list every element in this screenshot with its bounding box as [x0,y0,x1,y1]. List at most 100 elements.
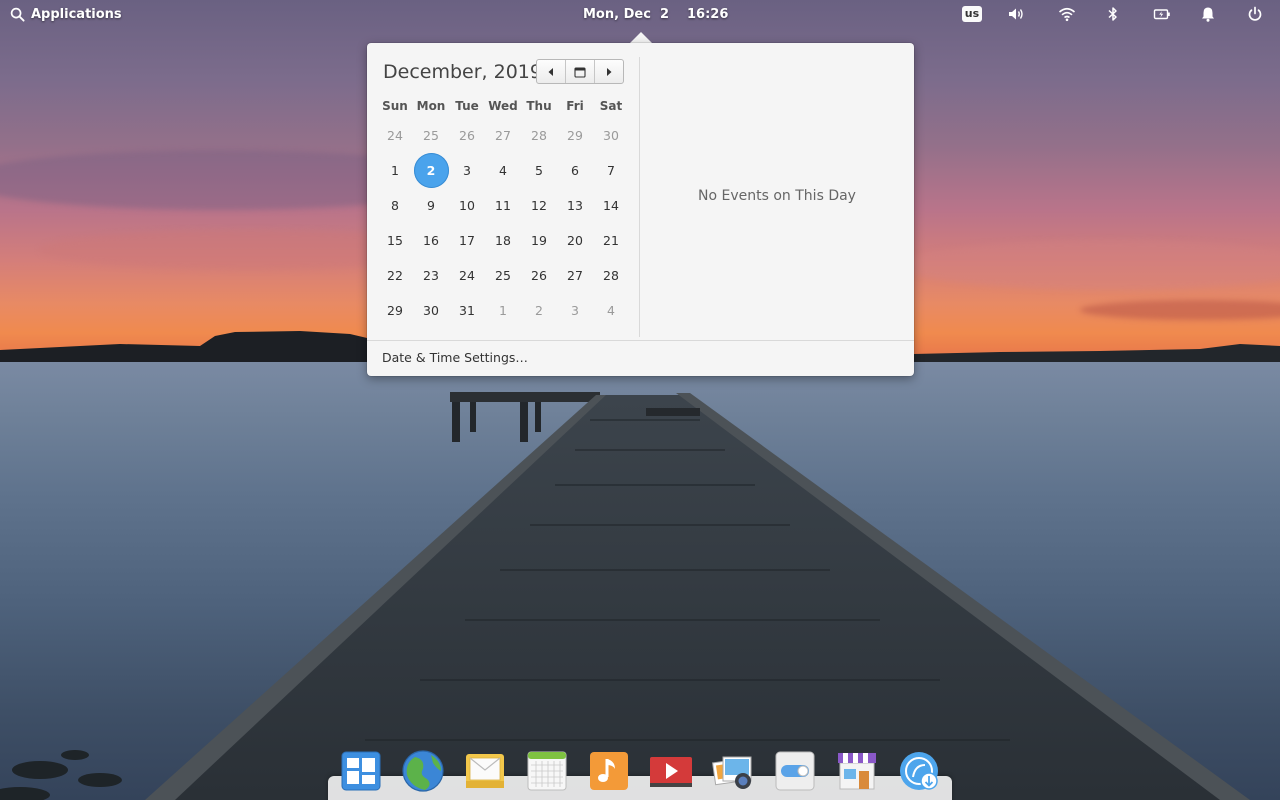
weekday-label: Tue [455,99,479,113]
popover-arrow [630,32,652,43]
calendar-day[interactable]: 12 [521,188,557,223]
calendar-day[interactable]: 23 [413,258,449,293]
calendar-day[interactable]: 7 [593,153,629,188]
calendar-day[interactable]: 18 [485,223,521,258]
calendar-day[interactable]: 25 [485,258,521,293]
calendar-header: December, 2019 [383,59,624,85]
calendar-day[interactable]: 3 [557,293,593,328]
calendar-day[interactable]: 2 [521,293,557,328]
selected-day-number: 2 [413,153,449,188]
calendar-day[interactable]: 28 [593,258,629,293]
time-label: 16:26 [687,6,729,22]
calendar-day[interactable]: 20 [557,223,593,258]
no-events-message: No Events on This Day [698,188,856,204]
calendar-day[interactable]: 31 [449,293,485,328]
date-label: Mon, Dec 2 [583,6,669,22]
dock-item-multitasking[interactable] [339,749,383,793]
month-title: December, 2019 [383,61,542,83]
weekday-label: Thu [526,99,552,113]
weekday-label: Sat [599,99,623,113]
calendar-day[interactable]: 8 [377,188,413,223]
battery-icon [1153,9,1170,20]
calendar-day[interactable]: 15 [377,223,413,258]
calendar-day[interactable]: 10 [449,188,485,223]
web-browser-icon [402,750,444,792]
calendar-day[interactable]: 27 [557,258,593,293]
calendar-day[interactable]: 26 [449,118,485,153]
keyboard-layout-badge: us [961,6,983,22]
calendar-day[interactable]: 6 [557,153,593,188]
search-icon [10,7,25,22]
calendar-day[interactable]: 28 [521,118,557,153]
calendar-week: 24 25 26 27 28 29 30 [377,118,629,153]
dock-item-app-center[interactable] [835,749,879,793]
bluetooth-indicator[interactable] [1101,4,1125,24]
calendar-day[interactable]: 17 [449,223,485,258]
calendar-app-icon [527,751,567,791]
calendar-day[interactable]: 1 [377,153,413,188]
month-navigation [536,59,624,84]
calendar-day[interactable]: 27 [485,118,521,153]
music-icon [590,752,628,790]
calendar-week: 1 2 3 4 5 6 7 [377,153,629,188]
calendar-day[interactable]: 13 [557,188,593,223]
calendar-day[interactable]: 9 [413,188,449,223]
network-indicator[interactable] [1055,4,1079,24]
photos-icon [712,756,752,789]
calendar-day[interactable]: 29 [557,118,593,153]
weekday-label: Sun [382,99,408,113]
previous-month-button[interactable] [537,60,565,83]
calendar-day[interactable]: 30 [593,118,629,153]
calendar-day[interactable]: 26 [521,258,557,293]
dock-item-mail[interactable] [463,749,507,793]
session-indicator[interactable] [1243,4,1267,24]
calendar-day[interactable]: 21 [593,223,629,258]
calendar-day[interactable]: 25 [413,118,449,153]
calendar-day[interactable]: 11 [485,188,521,223]
calendar-day[interactable]: 19 [521,223,557,258]
calendar-day[interactable]: 4 [485,153,521,188]
next-month-button[interactable] [594,60,623,83]
calendar-day[interactable]: 5 [521,153,557,188]
date-time-settings-link[interactable]: Date & Time Settings… [382,350,528,365]
calendar-day[interactable]: 1 [485,293,521,328]
system-settings-icon [775,751,815,791]
calendar-day[interactable]: 24 [449,258,485,293]
dock-item-installer[interactable] [897,749,941,793]
sound-indicator[interactable] [1004,4,1028,24]
dock-item-music[interactable] [587,749,631,793]
calendar-day[interactable]: 24 [377,118,413,153]
calendar-day[interactable]: 22 [377,258,413,293]
chevron-left-icon [548,67,553,76]
calendar-popover: December, 2019 Sun Mon Tue Wed Thu Fri S… [367,43,914,376]
dock-item-videos[interactable] [649,749,693,793]
mail-icon [466,754,504,788]
notifications-indicator[interactable] [1196,4,1220,24]
calendar-day[interactable]: 30 [413,293,449,328]
calendar-week: 22 23 24 25 26 27 28 [377,258,629,293]
applications-menu-button[interactable]: Applications [10,4,122,24]
app-center-icon [838,753,876,790]
calendar-day[interactable]: 4 [593,293,629,328]
applications-label: Applications [31,6,122,22]
dock-item-calendar[interactable] [525,749,569,793]
multitasking-view-icon [341,751,381,791]
dock-item-web-browser[interactable] [401,749,445,793]
today-button[interactable] [565,60,594,83]
installer-icon [900,752,938,790]
calendar-day[interactable]: 29 [377,293,413,328]
dock-item-photos[interactable] [711,749,755,793]
calendar-day[interactable]: 16 [413,223,449,258]
calendar-day[interactable]: 3 [449,153,485,188]
calendar-day[interactable]: 14 [593,188,629,223]
calendar-week: 15 16 17 18 19 20 21 [377,223,629,258]
calendar-day-selected[interactable]: 2 [413,153,449,188]
calendar-week: 29 30 31 1 2 3 4 [377,293,629,328]
datetime-indicator[interactable]: Mon, Dec 2 16:26 [575,4,736,24]
dock-item-system-settings[interactable] [773,749,817,793]
keyboard-indicator[interactable]: us [960,4,984,24]
sound-icon [1009,8,1023,20]
horizontal-divider [367,340,914,341]
chevron-right-icon [607,67,612,76]
power-status-indicator[interactable] [1150,4,1174,24]
